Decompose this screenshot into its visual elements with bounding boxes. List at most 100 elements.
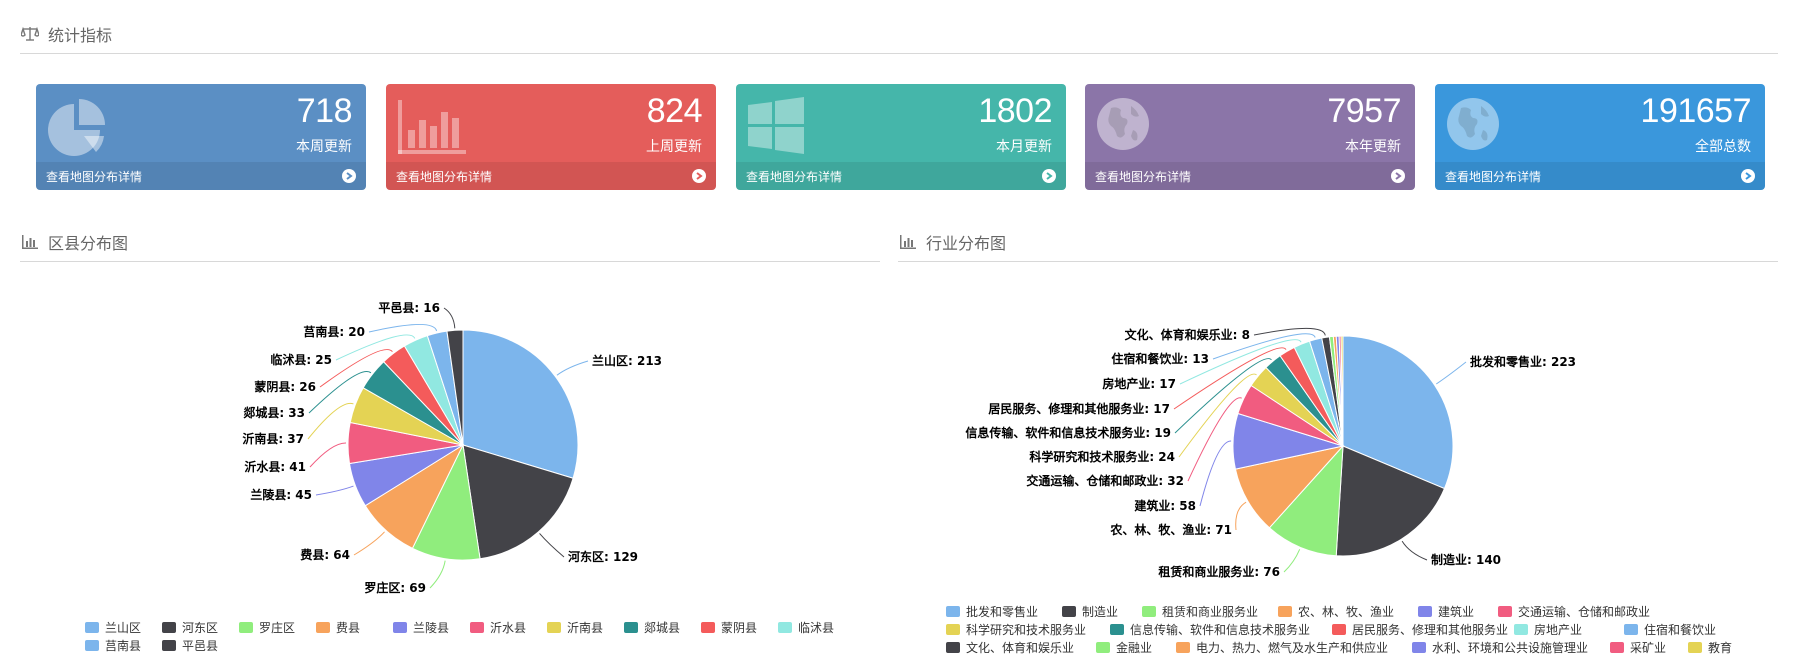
legend-swatch (1096, 642, 1110, 653)
stat-card-1[interactable]: 718 本周更新查看地图分布详情 (36, 84, 366, 190)
legend-label: 采矿业 (1630, 641, 1667, 655)
pie-data-label-3: 罗庄区: 69 (364, 580, 426, 595)
stat-card-label: 上周更新 (646, 139, 702, 155)
legend-item[interactable]: 电力、热力、燃气及水生产和供应业 (1176, 639, 1388, 656)
legend-item[interactable]: 居民服务、修理和其他服务业 (1332, 621, 1508, 638)
legend-label: 教育 (1708, 641, 1733, 655)
legend-item[interactable]: 莒南县 (85, 637, 141, 654)
pie-data-label-6: 交通运输、仓储和邮政业: 32 (1026, 473, 1184, 488)
legend-label: 农、林、牧、渔业 (1298, 605, 1395, 619)
legend-item[interactable]: 批发和零售业 (946, 603, 1038, 620)
legend-label: 住宿和餐饮业 (1644, 623, 1717, 637)
legend-item[interactable]: 住宿和餐饮业 (1624, 621, 1716, 638)
legend-label: 临沭县 (798, 621, 835, 635)
pie-connector-5 (315, 485, 354, 496)
legend-label: 信息传输、软件和信息技术服务业 (1130, 623, 1311, 637)
legend-item[interactable]: 租赁和商业服务业 (1142, 603, 1258, 620)
legend-swatch (1332, 624, 1346, 635)
windows-icon (746, 96, 810, 160)
legend-item[interactable]: 建筑业 (1418, 603, 1474, 620)
pie-data-label-5: 兰陵县: 45 (250, 487, 312, 502)
legend-swatch (701, 622, 715, 633)
legend-item[interactable]: 郯城县 (624, 619, 680, 636)
legend-label: 房地产业 (1534, 623, 1583, 637)
legend-swatch (85, 640, 99, 651)
legend-item[interactable]: 兰陵县 (393, 619, 449, 636)
stat-card-footer-link[interactable]: 查看地图分布详情 (736, 162, 1066, 190)
legend-swatch (239, 622, 253, 633)
pie-connector-5 (1199, 440, 1232, 507)
legend-item[interactable]: 费县 (316, 619, 360, 636)
stat-card-footer-link[interactable]: 查看地图分布详情 (386, 162, 716, 190)
stat-card-link-text: 查看地图分布详情 (1445, 169, 1542, 184)
stat-card-label: 本周更新 (296, 139, 352, 155)
legend-swatch (393, 622, 407, 633)
legend-label: 兰陵县 (413, 621, 450, 635)
pie-connector-3 (1283, 549, 1301, 573)
district-pie-svg: 兰山区: 213 河东区: 129 罗庄区: 69 费县: 64 兰陵县: 45 沂水县:… (242, 301, 662, 595)
pie-data-label-12: 文化、体育和娱乐业: 8 (1125, 327, 1250, 342)
stat-card-5[interactable]: 191657 全部总数 查看地图分布详情 (1435, 84, 1765, 190)
stat-card-link-text: 查看地图分布详情 (396, 169, 493, 184)
legend-item[interactable]: 信息传输、软件和信息技术服务业 (1110, 621, 1310, 638)
stat-card-4[interactable]: 7957 本年更新 查看地图分布详情 (1085, 84, 1415, 190)
legend-swatch (1278, 606, 1292, 617)
legend-label: 制造业 (1082, 605, 1119, 619)
stat-card-footer-link[interactable]: 查看地图分布详情 (1435, 162, 1765, 190)
pie-data-label-11: 莒南县: 20 (303, 324, 365, 339)
legend-item[interactable]: 沂水县 (470, 619, 526, 636)
legend-item[interactable]: 蒙阴县 (701, 619, 757, 636)
stat-card-link-text: 查看地图分布详情 (746, 169, 843, 184)
pie-data-label-7: 科学研究和技术服务业: 24 (1029, 449, 1175, 464)
legend-item[interactable]: 房地产业 (1514, 621, 1582, 638)
pie-data-label-8: 信息传输、软件和信息技术服务业: 19 (965, 425, 1171, 440)
pie-connector-7 (307, 402, 354, 440)
legend-item[interactable]: 临沭县 (778, 619, 834, 636)
stat-card-value: 718 (296, 92, 353, 130)
pie-connector-3 (429, 560, 446, 589)
legend-item[interactable]: 罗庄区 (239, 619, 295, 636)
legend-swatch (946, 606, 960, 617)
pie-chart-icon (46, 96, 110, 160)
legend-swatch (1514, 624, 1528, 635)
legend-item[interactable]: 沂南县 (547, 619, 603, 636)
legend-item[interactable]: 文化、体育和娱乐业 (946, 639, 1074, 656)
stat-card-3[interactable]: 1802 本月更新 查看地图分布详情 (736, 84, 1066, 190)
stat-card-footer-link[interactable]: 查看地图分布详情 (1085, 162, 1415, 190)
legend-item[interactable]: 兰山区 (85, 619, 141, 636)
pie-data-label-10: 临沭县: 25 (270, 352, 332, 367)
legend-item[interactable]: 河东区 (162, 619, 218, 636)
legend-item[interactable]: 采矿业 (1610, 639, 1666, 656)
legend-item[interactable]: 平邑县 (162, 637, 218, 654)
legend-swatch (1688, 642, 1702, 653)
legend-item[interactable]: 教育 (1688, 639, 1732, 656)
district-pie-chart: 兰山区: 213 河东区: 129 罗庄区: 69 费县: 64 兰陵县: 45 沂水县:… (20, 275, 880, 669)
legend-item[interactable]: 农、林、牧、渔业 (1278, 603, 1394, 620)
legend-item[interactable]: 交通运输、仓储和邮政业 (1498, 603, 1650, 620)
legend-item[interactable]: 水利、环境和公共设施管理业 (1412, 639, 1588, 656)
stat-card-value: 191657 (1640, 92, 1752, 130)
stat-card-link-text: 查看地图分布详情 (46, 169, 143, 184)
legend-label: 河东区 (182, 621, 219, 635)
stat-card-footer-link[interactable]: 查看地图分布详情 (36, 162, 366, 190)
legend-swatch (1624, 624, 1638, 635)
legend-swatch (316, 622, 330, 633)
legend-label: 金融业 (1116, 641, 1153, 655)
legend-swatch (946, 624, 960, 635)
pie-data-label-7: 沂南县: 37 (242, 431, 304, 446)
legend-swatch (1610, 642, 1624, 653)
legend-swatch (1498, 606, 1512, 617)
industry-pie-svg: 批发和零售业: 223 制造业: 140 租赁和商业服务业: 76 农、林、牧、渔业:… (965, 327, 1576, 579)
stat-card-2[interactable]: 824 上周更新查看地图分布详情 (386, 84, 716, 190)
stat-card-value: 824 (646, 92, 703, 130)
legend-label: 平邑县 (182, 639, 219, 653)
legend-item[interactable]: 科学研究和技术服务业 (946, 621, 1086, 638)
legend-item[interactable]: 制造业 (1062, 603, 1118, 620)
legend-label: 批发和零售业 (966, 605, 1039, 619)
pie-data-label-12: 平邑县: 16 (378, 301, 440, 315)
pie-connector-4 (353, 531, 385, 556)
pie-data-label-2: 制造业: 140 (1431, 552, 1501, 567)
pie-connector-1 (1435, 361, 1467, 385)
legend-swatch (547, 622, 561, 633)
legend-item[interactable]: 金融业 (1096, 639, 1152, 656)
